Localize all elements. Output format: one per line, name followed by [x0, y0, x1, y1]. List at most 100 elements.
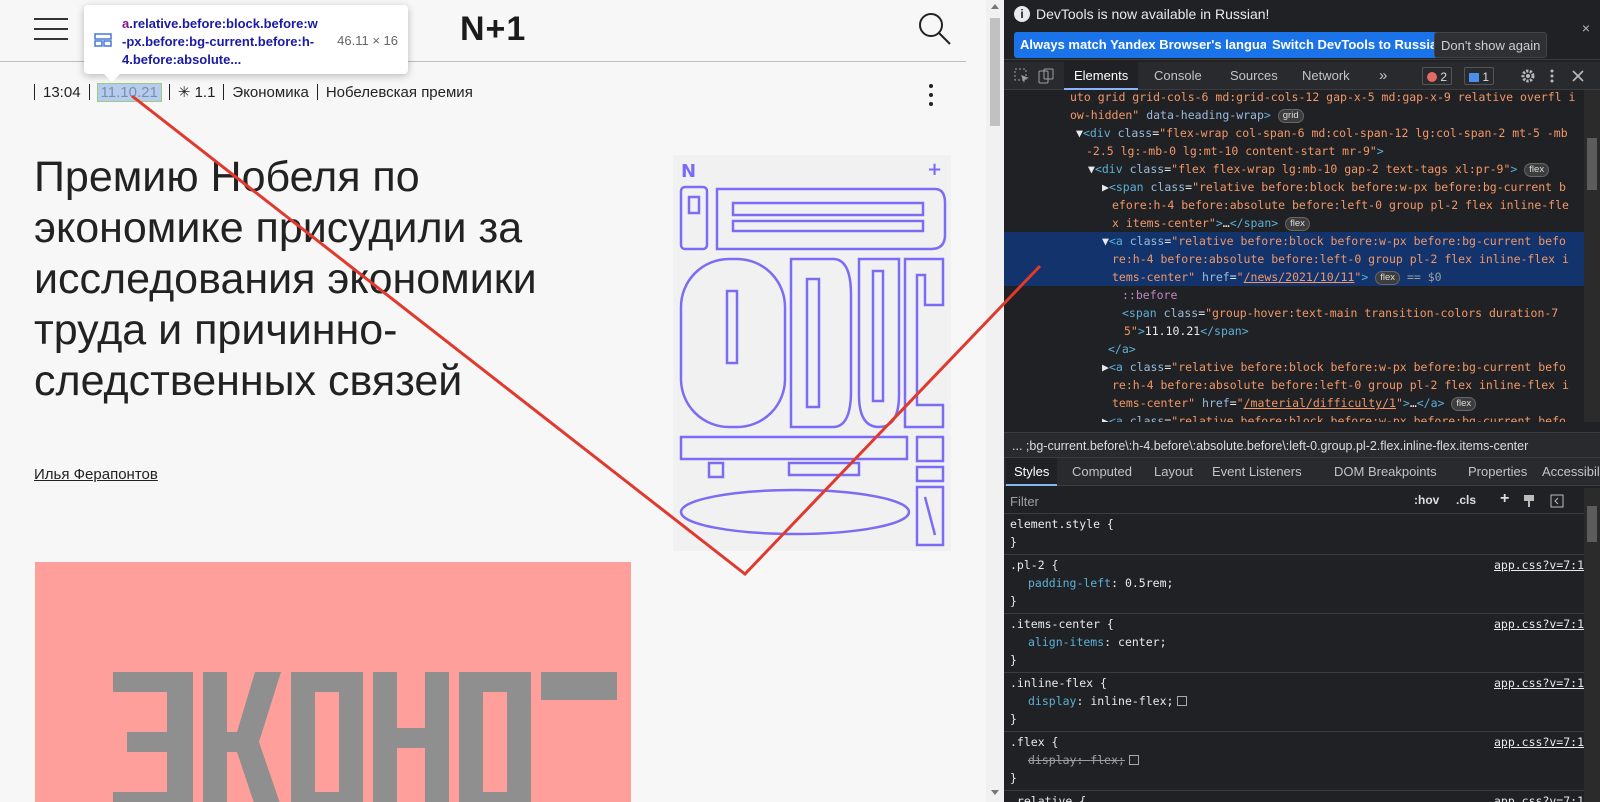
css-declaration[interactable]: align-items: center;: [1010, 633, 1584, 651]
language-infobar: i DevTools is now available in Russian! …: [1004, 0, 1600, 60]
tab-console[interactable]: Console: [1144, 62, 1212, 90]
css-rules-list[interactable]: element.style {} .pl-2 {app.css?v=7:1 padd…: [1004, 515, 1584, 802]
tab-properties[interactable]: Properties: [1460, 458, 1535, 486]
inspect-element-icon[interactable]: [1014, 68, 1030, 84]
dom-node-line[interactable]: efore:h-4 before:absolute before:left-0 …: [1004, 196, 1584, 214]
tab-styles[interactable]: Styles: [1006, 458, 1058, 486]
dom-node-line[interactable]: </a>: [1004, 340, 1584, 358]
meta-date-link[interactable]: 11.10.21: [96, 82, 162, 102]
rule-source-link[interactable]: app.css?v=7:1: [1494, 792, 1584, 802]
devtools-panel: i DevTools is now available in Russian! …: [1004, 0, 1600, 802]
rule-selector[interactable]: element.style {: [1010, 515, 1584, 533]
dom-node-line[interactable]: ▶<a class="relative before:block before:…: [1004, 358, 1584, 376]
tab-elements[interactable]: Elements: [1064, 62, 1139, 90]
tab-computed[interactable]: Computed: [1064, 458, 1140, 486]
meta-difficulty-link[interactable]: ✳ 1.1: [178, 83, 216, 101]
rule-source-link[interactable]: app.css?v=7:1: [1494, 556, 1584, 574]
class-toggle-button[interactable]: .cls: [1456, 493, 1476, 507]
kebab-menu-icon[interactable]: [1544, 68, 1560, 84]
css-rule[interactable]: element.style {}: [1004, 515, 1584, 555]
tab-dom-breakpoints[interactable]: DOM Breakpoints: [1326, 458, 1445, 486]
product-poster-image: N +: [673, 155, 951, 551]
switch-russian-button[interactable]: Switch DevTools to Russian: [1266, 32, 1452, 58]
dom-node-line[interactable]: ▶<span class="relative before:block befo…: [1004, 178, 1584, 196]
close-icon[interactable]: ×: [1582, 20, 1590, 36]
dom-node-line[interactable]: -2.5 lg:-mb-0 lg:mt-10 content-start mr-…: [1004, 142, 1584, 160]
inspect-tooltip: a.relative.before:block.before:w-px.befo…: [84, 5, 408, 82]
messages-count: 1: [1482, 70, 1490, 84]
styles-filter-input[interactable]: [1010, 491, 1390, 511]
css-declaration[interactable]: display: inline-flex;: [1010, 692, 1584, 710]
css-rule[interactable]: .pl-2 {app.css?v=7:1 padding-left: 0.5rem…: [1004, 556, 1584, 614]
menu-icon[interactable]: [34, 18, 68, 40]
styles-scrollbar[interactable]: [1584, 488, 1600, 802]
dom-node-line[interactable]: tems-center" href="/news/2021/10/11"> fl…: [1004, 268, 1584, 286]
site-logo[interactable]: N+1: [460, 10, 526, 49]
styles-filter-bar: :hov .cls +: [1004, 488, 1584, 514]
page-scrollbar[interactable]: [986, 0, 1004, 802]
hero-lettering-image: [113, 672, 617, 802]
dom-node-line[interactable]: ::before: [1004, 286, 1584, 304]
rule-source-link[interactable]: app.css?v=7:1: [1494, 674, 1584, 692]
new-rule-icon[interactable]: +: [1500, 490, 1509, 508]
dom-node-line[interactable]: ▼<div class="flex flex-wrap lg:mb-10 gap…: [1004, 160, 1584, 178]
dom-node-line[interactable]: 5">11.10.21</span>: [1004, 322, 1584, 340]
toggle-sidebar-icon[interactable]: [1550, 494, 1564, 508]
breadcrumb-selector[interactable]: ;bg-current.before\:h-4.before\:absolute…: [1026, 439, 1528, 453]
dom-node-line[interactable]: ▶<a class="relative before:block before:…: [1004, 412, 1584, 422]
dom-node-line[interactable]: ow-hidden" data-heading-wrap> grid: [1004, 106, 1584, 124]
tab-layout[interactable]: Layout: [1146, 458, 1201, 486]
tooltip-size: 46.11 × 16: [337, 33, 398, 48]
css-rule[interactable]: .relative {app.css?v=7:1}: [1004, 792, 1584, 802]
more-tabs-icon[interactable]: »: [1369, 62, 1397, 90]
errors-badge[interactable]: 2: [1422, 67, 1453, 85]
flexbox-editor-icon[interactable]: [1128, 755, 1139, 765]
match-language-button[interactable]: Always match Yandex Browser's language: [1014, 32, 1289, 58]
gear-icon[interactable]: [1520, 68, 1536, 84]
tab-network[interactable]: Network: [1292, 62, 1360, 90]
tag-nobel-prize[interactable]: Нобелевская премия: [326, 84, 473, 101]
messages-badge[interactable]: 1: [1464, 67, 1495, 85]
close-devtools-icon[interactable]: [1570, 68, 1586, 84]
more-options-icon[interactable]: [928, 84, 934, 110]
rule-source-link[interactable]: app.css?v=7:1: [1494, 733, 1584, 751]
meta-time: 13:04: [43, 83, 81, 101]
hero-image: [35, 562, 631, 802]
article-meta: 13:04 11.10.21 ✳ 1.1 Экономика Нобелевск…: [34, 82, 473, 102]
dom-node-line[interactable]: re:h-4 before:absolute before:left-0 gro…: [1004, 250, 1584, 268]
tab-sources[interactable]: Sources: [1220, 62, 1288, 90]
paint-brush-icon[interactable]: [1522, 494, 1536, 508]
css-rule[interactable]: .inline-flex {app.css?v=7:1 display: inli…: [1004, 674, 1584, 732]
devtools-toolbar: Elements Console Sources Network » 2 1: [1004, 62, 1600, 90]
tag-economics[interactable]: Экономика: [232, 84, 308, 101]
dom-node-line[interactable]: ▼<a class="relative before:block before:…: [1004, 232, 1584, 250]
author-link[interactable]: Илья Ферапонтов: [34, 466, 158, 483]
dom-node-line[interactable]: tems-center" href="/material/difficulty/…: [1004, 394, 1584, 412]
tooltip-selector: a.relative.before:block.before:w-px.befo…: [122, 15, 322, 69]
tab-accessibility[interactable]: Accessibility: [1534, 458, 1600, 486]
dom-tree[interactable]: uto grid grid-cols-6 md:grid-cols-12 gap…: [1004, 90, 1584, 422]
svg-text:N: N: [681, 161, 696, 182]
dom-node-line[interactable]: uto grid grid-cols-6 md:grid-cols-12 gap…: [1004, 90, 1584, 106]
breadcrumb-more[interactable]: ...: [1012, 439, 1022, 453]
flexbox-editor-icon[interactable]: [1177, 696, 1188, 706]
dom-node-line[interactable]: ▼<div class="flex-wrap col-span-6 md:col…: [1004, 124, 1584, 142]
css-rule[interactable]: .flex {app.css?v=7:1 display: flex;}: [1004, 733, 1584, 791]
dom-node-line[interactable]: <span class="group-hover:text-main trans…: [1004, 304, 1584, 322]
dom-node-line[interactable]: x items-center">…</span> flex: [1004, 214, 1584, 232]
styles-tabbar: Styles Computed Layout Event Listeners D…: [1004, 458, 1600, 486]
device-toolbar-icon[interactable]: [1038, 68, 1054, 84]
dom-node-line[interactable]: re:h-4 before:absolute before:left-0 gro…: [1004, 376, 1584, 394]
css-rule[interactable]: .items-center {app.css?v=7:1 align-items:…: [1004, 615, 1584, 673]
dom-tree-scrollbar[interactable]: [1584, 90, 1600, 422]
rule-source-link[interactable]: app.css?v=7:1: [1494, 615, 1584, 633]
dont-show-again-button[interactable]: Don't show again: [1434, 32, 1548, 58]
search-icon[interactable]: [916, 10, 952, 46]
hover-state-button[interactable]: :hov: [1414, 493, 1439, 507]
article-page: N+1 a.relative.before:block.before:w-px.…: [0, 0, 986, 802]
tab-event-listeners[interactable]: Event Listeners: [1204, 458, 1310, 486]
element-breadcrumb[interactable]: ... ;bg-current.before\:h-4.before\:abso…: [1004, 432, 1600, 458]
css-declaration[interactable]: padding-left: 0.5rem;: [1010, 574, 1584, 592]
css-declaration[interactable]: display: flex;: [1010, 751, 1584, 769]
tooltip-classes: .relative.before:block.before:w-px.befor…: [122, 16, 318, 67]
